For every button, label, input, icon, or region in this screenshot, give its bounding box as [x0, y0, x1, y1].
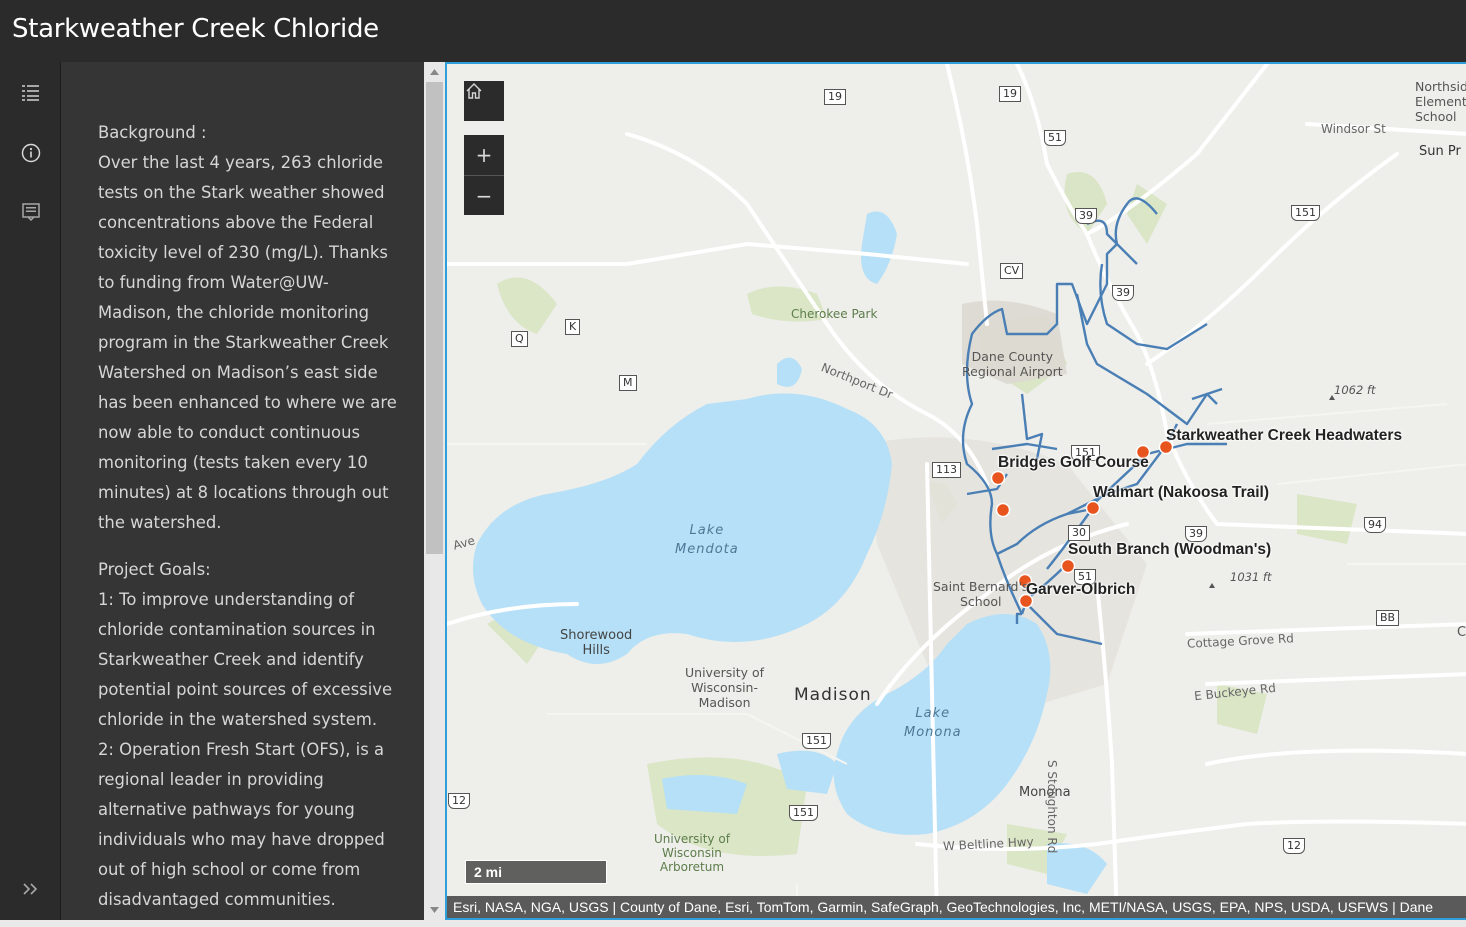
site-label-garver[interactable]: Garver-Olbrich	[1026, 581, 1135, 599]
side-rail	[0, 62, 61, 927]
route-shield: Q	[511, 331, 528, 347]
panel-scrollbar[interactable]	[424, 62, 445, 920]
goal-1-text: 1: To improve understanding of chloride …	[98, 590, 393, 729]
background-heading: Background :	[98, 123, 207, 142]
scroll-up-arrow-icon[interactable]	[424, 62, 445, 82]
site-label-headwaters[interactable]: Starkweather Creek Headwaters	[1166, 427, 1402, 445]
route-shield: 30	[1068, 525, 1090, 541]
about-button[interactable]	[0, 124, 61, 182]
app-title: Starkweather Creek Chloride	[12, 14, 379, 44]
route-shield: CV	[1000, 263, 1024, 279]
c-label: C	[1457, 625, 1466, 640]
scroll-down-arrow-icon[interactable]	[424, 900, 445, 920]
expand-icon	[22, 883, 37, 895]
northside-school-label: NorthsidElementaSchool	[1415, 79, 1466, 124]
route-shield: 12	[1283, 838, 1305, 854]
expand-panel-button[interactable]	[0, 860, 61, 918]
route-shield: 12	[448, 793, 470, 809]
arboretum-label: University of Wisconsin Arboretum	[654, 832, 730, 874]
elevation-1062-label: 1062 ft	[1334, 383, 1376, 397]
route-shield: 151	[802, 733, 831, 749]
site-label-south-branch[interactable]: South Branch (Woodman's)	[1068, 541, 1271, 559]
route-shield: 113	[932, 462, 961, 478]
home-button[interactable]	[464, 81, 504, 121]
uw-madison-label: University of Wisconsin- Madison	[685, 665, 765, 710]
route-shield: 19	[824, 89, 846, 105]
list-icon	[21, 85, 39, 101]
map-view[interactable]: + − Lake Mendota Lake Monona Madison Monon…	[445, 62, 1466, 920]
shorewood-hills-label: Shorewood Hills	[560, 628, 633, 658]
route-shield: 151	[1291, 205, 1320, 221]
route-shield: BB	[1376, 610, 1400, 626]
site-label-bridges[interactable]: Bridges Golf Course	[998, 454, 1149, 472]
lake-monona-label: Lake Monona	[904, 706, 962, 740]
goals-heading: Project Goals:	[98, 560, 211, 579]
scroll-thumb[interactable]	[426, 82, 443, 554]
windsor-st-label: Windsor St	[1321, 122, 1386, 136]
scale-bar: 2 mi	[465, 860, 607, 884]
legend-button[interactable]	[0, 183, 61, 241]
zoom-in-button[interactable]: +	[464, 135, 504, 175]
cherokee-park-label: Cherokee Park	[791, 307, 878, 321]
route-shield: 39	[1112, 285, 1134, 301]
basemap	[447, 64, 1466, 918]
route-shield: K	[565, 319, 581, 335]
saint-bernards-label: Saint Bernard's School	[933, 579, 1029, 609]
layer-list-button[interactable]	[0, 64, 61, 122]
route-shield: 94	[1364, 517, 1386, 533]
airport-label: Dane County Regional Airport	[962, 349, 1063, 379]
info-icon	[21, 143, 40, 163]
route-shield: M	[619, 375, 637, 391]
bottom-strip	[0, 920, 1466, 927]
route-shield: 51	[1044, 130, 1066, 146]
map-attribution: Esri, NASA, NGA, USGS | County of Dane, …	[447, 896, 1466, 918]
info-panel: Background : Over the last 4 years, 263 …	[61, 62, 424, 920]
sun-prairie-label: Sun Pr	[1419, 144, 1461, 159]
route-shield: 39	[1185, 526, 1207, 542]
zoom-out-button[interactable]: −	[464, 175, 504, 215]
elevation-1031-label: 1031 ft	[1230, 570, 1272, 584]
madison-label: Madison	[794, 685, 872, 705]
route-shield: 19	[999, 86, 1021, 102]
home-icon	[466, 83, 482, 99]
route-shield: 151	[789, 805, 818, 821]
background-text: Over the last 4 years, 263 chloride test…	[98, 153, 397, 532]
legend-icon	[21, 203, 40, 222]
panel-content: Background : Over the last 4 years, 263 …	[98, 118, 398, 915]
goal-2-text: 2: Operation Fresh Start (OFS), is a reg…	[98, 740, 385, 909]
lake-mendota-label: Lake Mendota	[675, 523, 739, 557]
site-label-walmart[interactable]: Walmart (Nakoosa Trail)	[1093, 484, 1269, 502]
stoughton-rd-label: S Stoughton Rd	[1045, 760, 1059, 854]
app-header: Starkweather Creek Chloride	[0, 0, 1466, 62]
route-shield: 39	[1075, 208, 1097, 224]
